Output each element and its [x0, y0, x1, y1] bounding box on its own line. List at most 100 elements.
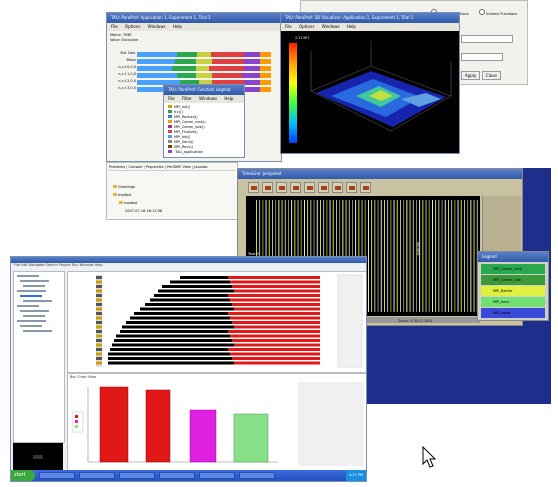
tree-node[interactable] — [20, 280, 49, 282]
home-icon[interactable] — [318, 182, 329, 193]
bottom-tabs[interactable]: Problems | Console | Properties | PerfDM… — [109, 165, 235, 171]
stacked-bar-segment[interactable] — [137, 72, 178, 78]
menu-file[interactable]: File — [111, 24, 118, 29]
tree-node[interactable] — [23, 330, 52, 332]
stacked-bar-segment[interactable] — [244, 86, 261, 92]
profile-bar — [112, 343, 234, 347]
stacked-bar-segment[interactable] — [177, 72, 196, 78]
tree-node[interactable] — [17, 305, 39, 307]
tree-item-mpitest-sub[interactable]: mpitest — [119, 201, 137, 205]
row-marker — [96, 348, 102, 351]
taskbar-button[interactable] — [159, 472, 195, 479]
search-icon[interactable] — [332, 182, 343, 193]
stacked-bar-segment[interactable] — [244, 58, 261, 64]
profile-scroll[interactable] — [337, 274, 363, 368]
jumpshot-legend-item[interactable]: MPI_Irecv — [481, 297, 545, 307]
jumpshot-legend-item[interactable]: MPI_Comm_size — [481, 275, 545, 285]
stacked-bar-segment[interactable] — [260, 51, 271, 57]
legend-menu-filter[interactable]: Filter — [182, 96, 192, 101]
search-back-icon[interactable] — [346, 182, 357, 193]
menu-windows[interactable]: Windows — [148, 24, 166, 29]
stacked-bar-segment[interactable] — [195, 65, 210, 71]
radio-indirect-functions[interactable]: Indirect Functions — [479, 9, 517, 16]
tree-item-mpitest[interactable]: mpitest — [113, 193, 131, 197]
close-button[interactable]: Close — [481, 71, 501, 80]
stacked-bar-segment[interactable] — [212, 72, 242, 78]
profile-bar-highlight — [230, 334, 320, 338]
forward-icon[interactable] — [276, 182, 287, 193]
zoom-out-icon[interactable] — [304, 182, 315, 193]
stacked-bar-segment[interactable] — [137, 65, 172, 71]
tree-node[interactable] — [23, 300, 52, 302]
tree-node[interactable] — [20, 310, 49, 312]
stacked-bar-segment[interactable] — [260, 79, 271, 85]
project-tree[interactable] — [13, 271, 65, 443]
legend-menu-bar: File Filter Windows Help — [164, 95, 244, 103]
tree-node[interactable] — [17, 290, 46, 292]
property-field[interactable] — [461, 35, 513, 43]
tree-item-greetings[interactable]: Greetings — [113, 185, 135, 189]
viz-menu-windows[interactable]: Windows — [322, 24, 340, 29]
profile-bar-highlight — [232, 339, 320, 342]
horizontal-bar-chart[interactable] — [68, 272, 366, 372]
stacked-bar-segment[interactable] — [209, 65, 245, 71]
eclipse-menu-bar[interactable]: File Edit Navigate Search Project Run Wi… — [14, 263, 103, 267]
viz-menu-options[interactable]: Options — [299, 24, 314, 29]
property-field-2[interactable] — [461, 53, 503, 61]
surface-plot[interactable] — [301, 41, 456, 151]
bar-chart-tab[interactable]: Bar Chart View — [70, 375, 96, 379]
stacked-bar-segment[interactable] — [137, 58, 175, 64]
jumpshot-legend-item[interactable]: MPI_Barrier — [481, 286, 545, 296]
menu-help[interactable]: Help — [173, 24, 182, 29]
taskbar-button[interactable] — [79, 472, 115, 479]
viz-menu-file[interactable]: File — [285, 24, 292, 29]
stacked-bar-segment[interactable] — [171, 65, 196, 71]
stacked-bar-segment[interactable] — [210, 51, 245, 57]
stacked-bar-segment[interactable] — [260, 58, 271, 64]
tree-node[interactable] — [20, 295, 42, 297]
menu-options[interactable]: Options — [125, 24, 140, 29]
apply-button[interactable]: Apply — [461, 71, 481, 80]
stacked-bar-segment[interactable] — [260, 86, 271, 92]
stacked-bar-segment[interactable] — [197, 51, 211, 57]
backward-icon[interactable] — [262, 182, 273, 193]
tree-node[interactable] — [23, 285, 45, 287]
legend-menu-windows[interactable]: Windows — [199, 96, 217, 101]
stacked-bar-segment[interactable] — [260, 65, 271, 71]
tree-node[interactable] — [17, 275, 39, 277]
taskbar-button[interactable] — [119, 472, 155, 479]
stacked-bar-segment[interactable] — [244, 79, 261, 85]
legend-menu-file[interactable]: File — [168, 96, 175, 101]
print-icon[interactable] — [248, 182, 259, 193]
tree-node[interactable] — [20, 325, 42, 327]
taskbar-button[interactable] — [239, 472, 275, 479]
stacked-bar-segment[interactable] — [212, 58, 245, 64]
viz-menu-help[interactable]: Help — [347, 24, 356, 29]
stacked-bar-segment[interactable] — [260, 72, 271, 78]
paraprof-menu-bar: File Options Windows Help — [107, 23, 281, 31]
stacked-bar-segment[interactable] — [177, 51, 198, 57]
stacked-bar-segment[interactable] — [137, 51, 178, 57]
tree-node[interactable] — [23, 315, 45, 317]
stacked-bar-segment[interactable] — [195, 58, 213, 64]
function-legend-window: TAU: ParaProf: Function Legend File Filt… — [163, 84, 245, 158]
jumpshot-legend-item[interactable]: MPI_Comm_rank — [481, 264, 545, 274]
zoom-in-icon[interactable] — [290, 182, 301, 193]
legend-item[interactable]: .TAU_application — [168, 150, 206, 155]
start-button[interactable]: start — [11, 470, 35, 481]
info-icon[interactable] — [360, 182, 371, 193]
tree-node[interactable] — [17, 320, 46, 322]
stacked-bar-segment[interactable] — [241, 72, 261, 78]
legend-label: MPI_Init() — [174, 105, 191, 109]
taskbar-button[interactable] — [199, 472, 235, 479]
legend-menu-help[interactable]: Help — [224, 96, 233, 101]
stacked-bar-segment[interactable] — [244, 65, 261, 71]
vertical-bar-chart[interactable] — [68, 382, 366, 468]
stacked-bar-segment[interactable] — [244, 51, 261, 57]
legend-swatch — [168, 115, 172, 118]
tree-item-date[interactable]: 2007-07-16 16:12:08 — [125, 209, 162, 213]
jumpshot-legend-item[interactable]: MPI_Isend — [481, 308, 545, 318]
stacked-bar-segment[interactable] — [174, 58, 196, 64]
taskbar-button[interactable] — [39, 472, 75, 479]
stacked-bar-segment[interactable] — [195, 72, 213, 78]
